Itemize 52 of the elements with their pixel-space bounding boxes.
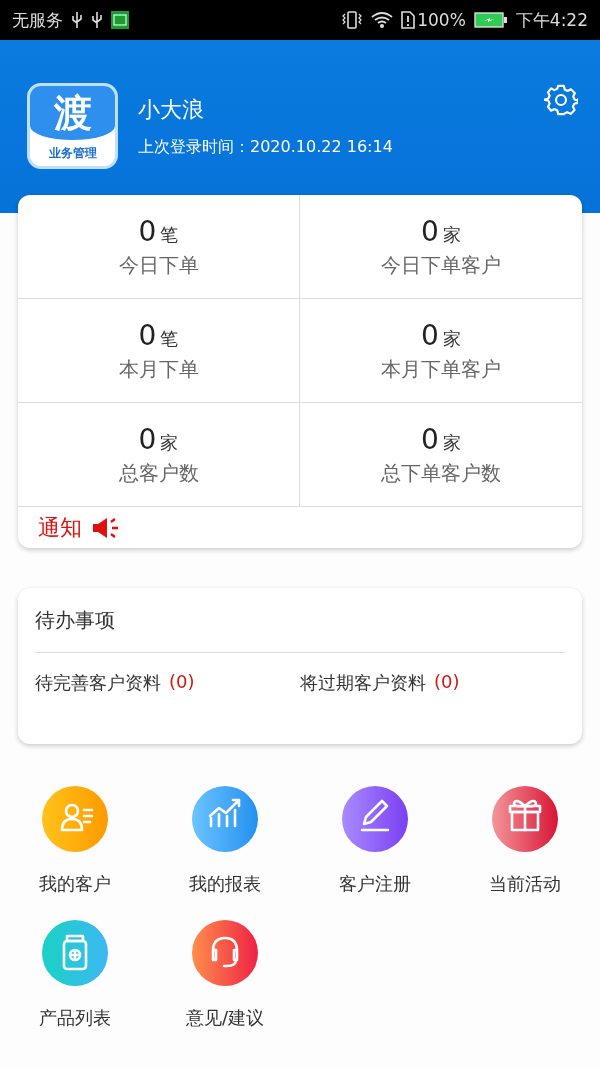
notice-label[interactable]: 通知 xyxy=(38,512,82,543)
wifi-icon xyxy=(371,11,394,29)
stat-label: 今日下单 xyxy=(118,251,199,279)
settings-icon[interactable] xyxy=(544,83,578,117)
todo-count: (0) xyxy=(434,671,460,694)
stat-unit: 家 xyxy=(442,326,461,351)
stat-label: 本月下单客户 xyxy=(381,355,501,383)
menu-item[interactable]: 产品列表 xyxy=(39,920,111,1030)
battery-percent: 100% xyxy=(417,10,466,30)
todo-title: 待办事项 xyxy=(35,606,115,634)
stat-unit: 家 xyxy=(442,222,461,247)
usb-icon xyxy=(71,11,83,29)
vibrate-icon xyxy=(341,11,364,29)
stat-value: 0 xyxy=(138,214,157,248)
sim-icon xyxy=(401,11,416,29)
carrier-text: 无服务 xyxy=(12,8,63,32)
gift-icon xyxy=(492,786,558,852)
menu-item[interactable]: 我的报表 xyxy=(189,786,261,896)
stat-value: 0 xyxy=(421,214,439,248)
stat-unit: 家 xyxy=(160,430,179,455)
stat-unit: 笔 xyxy=(160,326,179,351)
todo-item[interactable]: 将过期客户资料 xyxy=(300,671,426,695)
menu-item[interactable]: 意见/建议 xyxy=(185,920,265,1030)
stat-unit: 家 xyxy=(442,430,461,455)
stat-value: 0 xyxy=(421,318,439,352)
user-name: 小大浪 xyxy=(138,96,204,124)
stat-value: 0 xyxy=(138,318,157,352)
register-icon xyxy=(342,786,408,852)
feedback-icon xyxy=(192,920,258,986)
stat-label: 总下单客户数 xyxy=(381,459,501,487)
app-icon xyxy=(111,11,129,29)
speaker-icon xyxy=(92,516,120,539)
menu-item[interactable]: 当前活动 xyxy=(489,786,561,896)
battery-icon xyxy=(473,12,508,28)
menu-item[interactable]: 我的客户 xyxy=(39,786,111,896)
stat-label: 总客户数 xyxy=(118,459,199,487)
stat-unit: 笔 xyxy=(160,222,179,247)
stat-value: 0 xyxy=(138,422,157,456)
stat-value: 0 xyxy=(421,422,439,456)
usb-icon xyxy=(91,11,103,29)
logo-caption: 业务管理 xyxy=(47,144,98,162)
stat-label: 本月下单 xyxy=(118,355,199,383)
customer-icon xyxy=(42,786,108,852)
logo-character: 渡 xyxy=(30,86,115,140)
todo-count: (0) xyxy=(169,671,195,694)
clock-time: 下午4:22 xyxy=(515,8,588,32)
last-login-text: 上次登录时间：2020.10.22 16:14 xyxy=(138,137,393,158)
stat-label: 今日下单客户 xyxy=(381,251,501,279)
report-icon xyxy=(192,786,258,852)
menu-item[interactable]: 客户注册 xyxy=(339,786,411,896)
product-icon xyxy=(42,920,108,986)
todo-item[interactable]: 待完善客户资料 xyxy=(35,671,161,695)
